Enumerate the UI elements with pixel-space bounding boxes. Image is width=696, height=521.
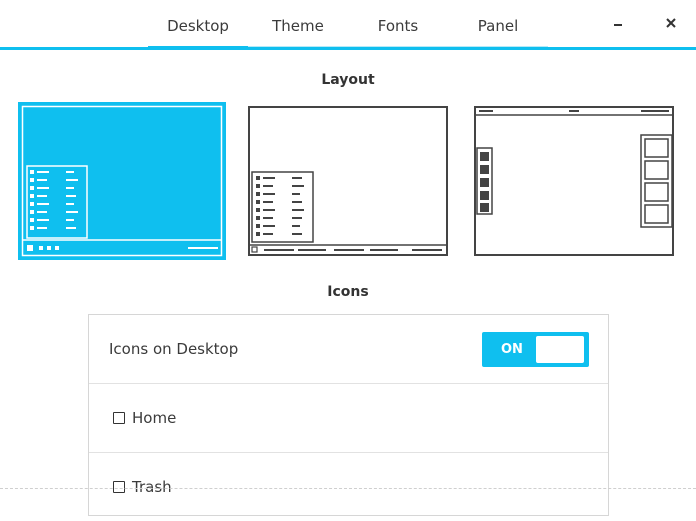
- minimize-button[interactable]: [607, 12, 629, 34]
- minimize-icon: [614, 24, 622, 26]
- home-label: Home: [132, 409, 177, 427]
- tab-label: Fonts: [377, 16, 419, 35]
- close-icon: [666, 18, 676, 28]
- tab-label: Panel: [477, 16, 519, 35]
- layout-heading: Layout: [321, 72, 375, 88]
- tab-label: Theme: [272, 16, 324, 35]
- tab-desktop[interactable]: Desktop: [148, 0, 248, 50]
- trash-icon-row: Trash: [89, 453, 608, 521]
- trash-checkbox-item[interactable]: Trash: [113, 478, 172, 496]
- scroll-edge-divider: [0, 488, 696, 489]
- tab-panel[interactable]: Panel: [448, 0, 548, 50]
- toggle-state-label: ON: [501, 342, 523, 357]
- close-button[interactable]: [660, 12, 682, 34]
- icons-on-desktop-toggle[interactable]: ON: [482, 332, 589, 367]
- layout-option-top-bar-side-dock[interactable]: [474, 106, 674, 256]
- home-checkbox[interactable]: [113, 412, 125, 424]
- toggle-knob: [536, 336, 584, 363]
- layout-top-bar-side-dock-preview: [474, 106, 674, 256]
- icons-heading: Icons: [327, 284, 369, 300]
- home-icon-row: Home: [89, 384, 608, 453]
- layout-bottom-panel-preview: [18, 102, 226, 260]
- header-accent-line: [0, 47, 696, 50]
- layout-option-bottom-bar[interactable]: [248, 106, 448, 256]
- tab-theme[interactable]: Theme: [248, 0, 348, 50]
- layout-option-bottom-panel[interactable]: [18, 102, 226, 260]
- header-bar: Desktop Theme Fonts Panel: [0, 0, 696, 52]
- icons-on-desktop-label: Icons on Desktop: [109, 340, 239, 358]
- home-checkbox-item[interactable]: Home: [113, 409, 176, 427]
- tab-fonts[interactable]: Fonts: [348, 0, 448, 50]
- icons-on-desktop-row: Icons on Desktop ON: [89, 315, 608, 384]
- trash-checkbox[interactable]: [113, 481, 125, 493]
- layout-bottom-bar-preview: [248, 106, 448, 256]
- tab-bar: Desktop Theme Fonts Panel: [148, 0, 548, 50]
- icons-settings-card: Icons on Desktop ON Home Trash: [88, 314, 609, 516]
- tab-label: Desktop: [167, 16, 229, 35]
- trash-label: Trash: [132, 478, 172, 496]
